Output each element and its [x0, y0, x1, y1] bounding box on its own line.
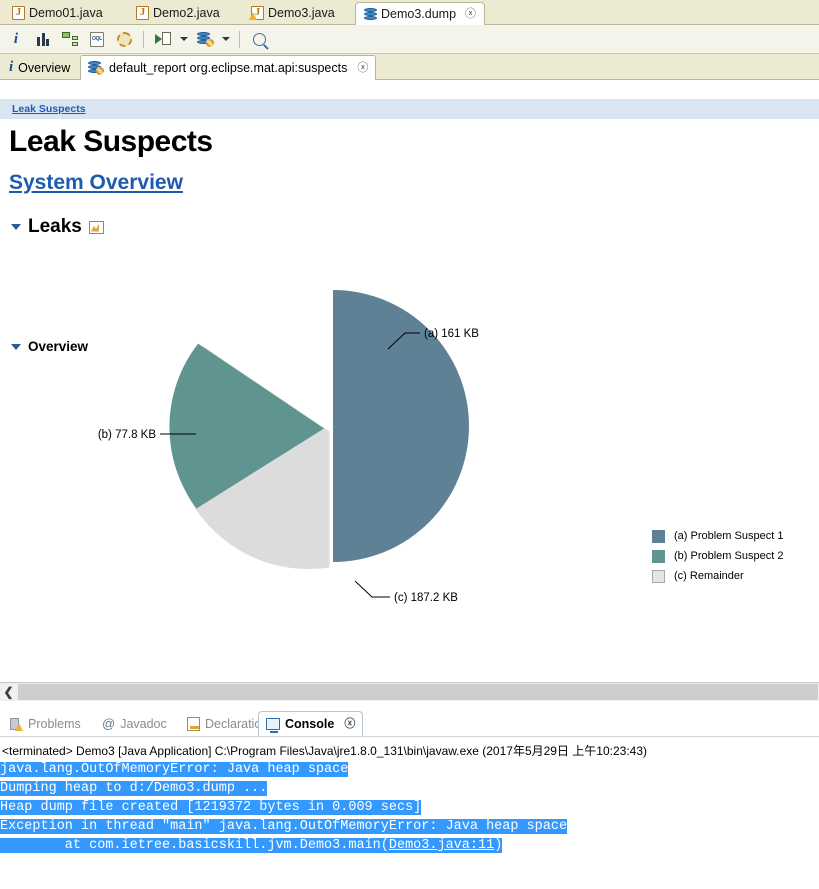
declaration-icon	[187, 717, 200, 731]
overview-info-icon[interactable]: i	[4, 27, 28, 51]
breadcrumb-bar	[0, 99, 819, 119]
dominator-tree-icon[interactable]	[58, 27, 82, 51]
chevron-down-icon[interactable]	[11, 224, 21, 230]
editor-tab-label: Demo3.dump	[381, 8, 456, 21]
close-icon[interactable]: ⓧ	[357, 63, 368, 74]
legend-item-c: (c) Remainder	[652, 566, 783, 586]
console-line-3: Heap dump file created [1219372 bytes in…	[0, 798, 819, 817]
scrollbar-thumb[interactable]	[18, 684, 818, 700]
eclipse-mat-window: Demo01.java Demo2.java Demo3.java Demo3.…	[0, 0, 819, 889]
view-tab-label: Overview	[18, 61, 70, 75]
pie-label-a: (a) 161 KB	[424, 328, 479, 340]
legend-label-c: (c) Remainder	[674, 570, 744, 582]
legend-swatch-a	[652, 530, 665, 543]
oql-icon[interactable]	[85, 27, 109, 51]
page-title: Leak Suspects	[9, 125, 213, 159]
search-icon[interactable]	[247, 27, 271, 51]
pie-chart-svg: (a) 161 KB (b) 77.8 KB (c) 187.2 KB	[0, 285, 819, 645]
pie-label-c: (c) 187.2 KB	[394, 592, 458, 604]
editor-tab-demo01[interactable]: Demo01.java	[4, 1, 111, 25]
close-icon[interactable]: ⓧ	[465, 9, 476, 20]
report-horizontal-scrollbar[interactable]: ❮	[0, 682, 819, 701]
toolbar-separator	[143, 31, 144, 48]
view-tab-bar: i Overview default_report org.eclipse.ma…	[0, 54, 819, 80]
bottom-tab-label: Problems	[28, 717, 81, 731]
tab-overview[interactable]: i Overview	[2, 55, 77, 80]
legend-item-b: (b) Problem Suspect 2	[652, 546, 783, 566]
bottom-panel: Problems @ Javadoc Declaration Console ⓧ…	[0, 702, 819, 889]
info-icon: i	[9, 60, 13, 75]
pie-label-b: (b) 77.8 KB	[98, 429, 156, 441]
bottom-tab-underline	[0, 736, 819, 737]
editor-tab-demo2[interactable]: Demo2.java	[128, 1, 228, 25]
tab-problems[interactable]: Problems	[2, 711, 88, 736]
bottom-tab-label: Javadoc	[120, 717, 167, 731]
console-output[interactable]: java.lang.OutOfMemoryError: Java heap sp…	[0, 760, 819, 855]
run-report-dropdown-icon[interactable]	[178, 27, 190, 51]
query-browser-icon[interactable]	[193, 27, 217, 51]
problems-icon	[9, 717, 23, 731]
java-file-icon	[136, 6, 149, 20]
legend-label-b: (b) Problem Suspect 2	[674, 550, 783, 562]
query-browser-dropdown-icon[interactable]	[220, 27, 232, 51]
console-line-5: at com.ietree.basicskill.jvm.Demo3.main(…	[0, 836, 819, 855]
scroll-left-icon[interactable]: ❮	[0, 683, 17, 701]
legend-swatch-b	[652, 550, 665, 563]
image-icon[interactable]	[89, 221, 104, 234]
console-terminated-line: <terminated> Demo3 [Java Application] C:…	[2, 742, 647, 759]
view-tab-label: default_report org.eclipse.mat.api:suspe…	[109, 61, 347, 75]
tab-javadoc[interactable]: @ Javadoc	[95, 711, 174, 736]
report-icon	[88, 61, 104, 75]
close-icon[interactable]: ⓧ	[344, 719, 355, 730]
editor-tab-label: Demo01.java	[29, 7, 103, 20]
editor-tab-demo3-dump[interactable]: Demo3.dump ⓧ	[355, 2, 485, 26]
javadoc-at-icon: @	[102, 717, 115, 730]
leak-suspects-pie-chart: (a) 161 KB (b) 77.8 KB (c) 187.2 KB	[0, 285, 819, 645]
java-file-icon	[12, 6, 25, 20]
tab-console[interactable]: Console ⓧ	[258, 711, 363, 736]
pie-leader-c	[355, 581, 390, 597]
run-report-icon[interactable]	[151, 27, 175, 51]
calculate-retained-size-icon[interactable]	[112, 27, 136, 51]
system-overview-link[interactable]: System Overview	[9, 171, 183, 195]
editor-tab-bar: Demo01.java Demo2.java Demo3.java Demo3.…	[0, 0, 819, 25]
legend-item-a: (a) Problem Suspect 1	[652, 526, 783, 546]
mat-toolbar: i	[0, 25, 819, 54]
console-icon	[266, 718, 280, 730]
section-title: Leaks	[28, 216, 82, 238]
editor-tab-label: Demo2.java	[153, 7, 220, 20]
console-line-2: Dumping heap to d:/Demo3.dump ...	[0, 779, 819, 798]
leak-suspects-report: Leak Suspects Leak Suspects System Overv…	[0, 80, 819, 682]
bottom-tab-label: Console	[285, 717, 334, 731]
legend-swatch-c	[652, 570, 665, 583]
toolbar-separator	[239, 31, 240, 48]
section-leaks: Leaks	[11, 216, 104, 238]
heap-dump-icon	[364, 8, 377, 22]
editor-tab-demo3[interactable]: Demo3.java	[243, 1, 343, 25]
tab-default-report-suspects[interactable]: default_report org.eclipse.mat.api:suspe…	[80, 55, 376, 80]
editor-tab-label: Demo3.java	[268, 7, 335, 20]
console-line-4: Exception in thread "main" java.lang.Out…	[0, 817, 819, 836]
breadcrumb[interactable]: Leak Suspects	[12, 103, 86, 115]
console-line-1: java.lang.OutOfMemoryError: Java heap sp…	[0, 760, 819, 779]
legend-label-a: (a) Problem Suspect 1	[674, 530, 783, 542]
histogram-icon[interactable]	[31, 27, 55, 51]
pie-legend: (a) Problem Suspect 1 (b) Problem Suspec…	[652, 526, 783, 586]
java-file-warning-icon	[251, 6, 264, 20]
bottom-tab-bar: Problems @ Javadoc Declaration Console ⓧ	[0, 711, 819, 737]
